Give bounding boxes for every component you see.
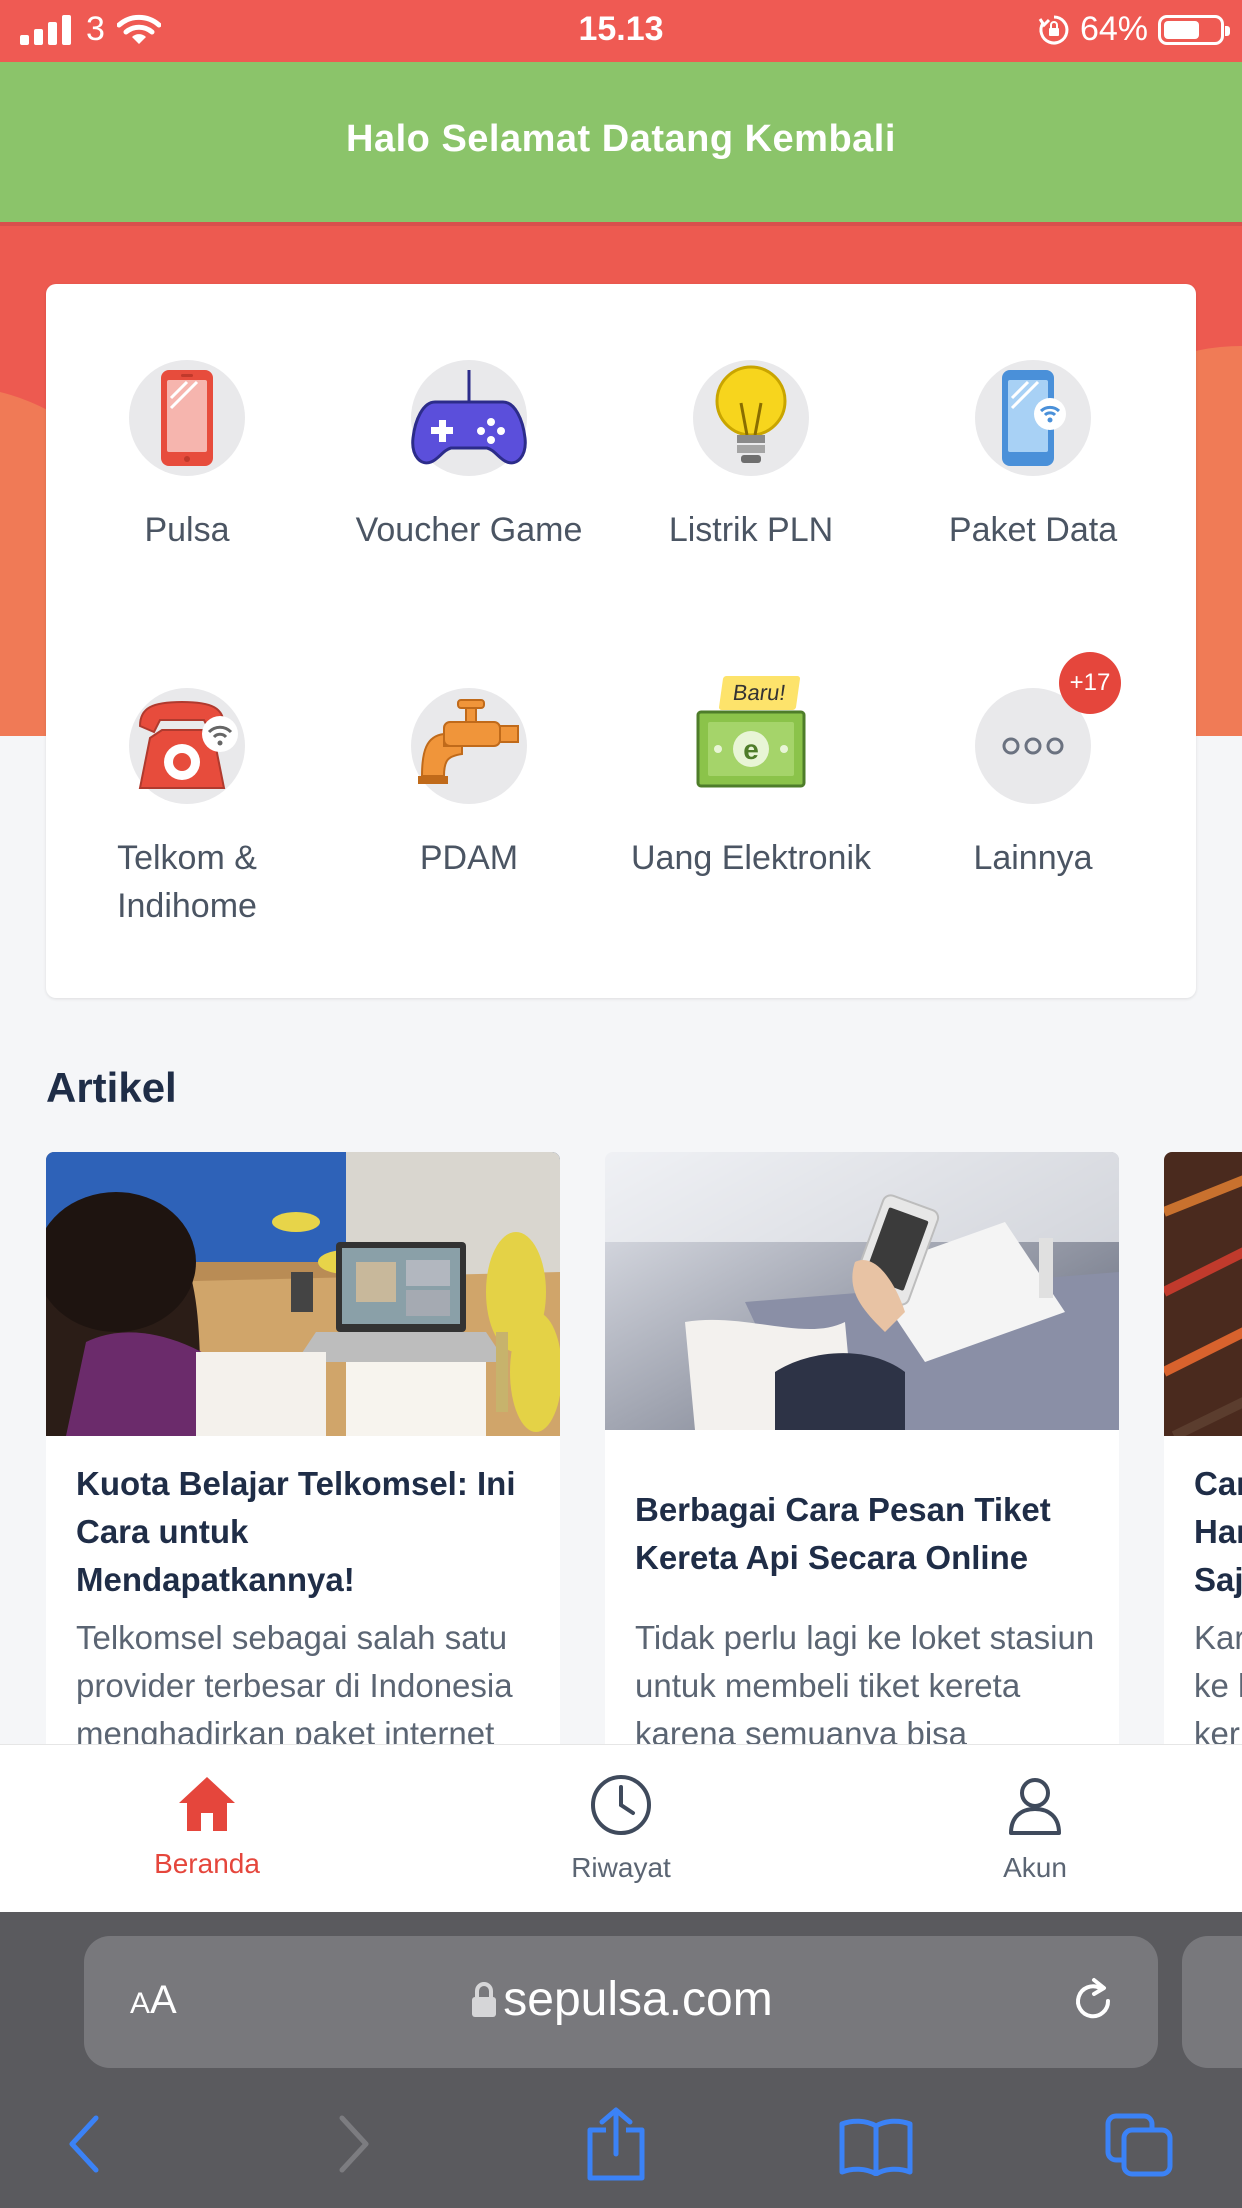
article-title: Berbagai Cara Pesan Tiket Kereta Api Sec… (635, 1491, 1051, 1576)
status-bar: 3 15.13 64% (0, 0, 1242, 62)
article-image (1164, 1152, 1242, 1436)
phone-icon (161, 370, 213, 466)
new-badge: Baru! (718, 676, 800, 710)
url-field[interactable]: sepulsa.com (84, 1972, 1158, 2027)
article-title: Car Har Saj (1194, 1465, 1242, 1598)
count-badge: +17 (1059, 652, 1121, 714)
more-icon (1002, 737, 1064, 755)
battery-percent: 64% (1079, 10, 1148, 48)
service-telkom-indihome[interactable]: Telkom & Indihome (46, 688, 328, 930)
service-label: PDAM (419, 839, 519, 877)
water-tap-icon (418, 699, 519, 784)
battery-icon (1158, 14, 1230, 45)
service-label: Lainnya (973, 839, 1093, 877)
service-uang-elektronik[interactable]: e Baru! Uang Elektronik (610, 676, 892, 882)
tabs-icon[interactable] (1104, 2112, 1174, 2178)
user-icon (1009, 1778, 1061, 1835)
share-icon[interactable] (584, 2106, 648, 2182)
article-excerpt: Telkomsel sebagai salah satu provider te… (76, 1619, 513, 1752)
lock-icon (472, 1982, 497, 2017)
service-label: Listrik PLN (668, 511, 834, 549)
nav-label: Riwayat (571, 1852, 671, 1883)
back-icon[interactable] (64, 2112, 104, 2176)
nav-akun[interactable]: Akun (885, 1773, 1185, 1884)
forward-icon[interactable] (334, 2112, 374, 2176)
bottom-navigation: Beranda Riwayat Akun (0, 1744, 1242, 1912)
status-right: 64% (1038, 10, 1230, 49)
service-label: Voucher Game (355, 511, 583, 549)
service-pulsa[interactable]: Pulsa (46, 360, 328, 554)
service-paket-data[interactable]: Paket Data (892, 360, 1174, 554)
service-label: Telkom & Indihome (117, 839, 257, 925)
telephone-icon (138, 700, 238, 789)
article-image (46, 1152, 560, 1436)
service-label: Uang Elektronik (630, 839, 871, 877)
app-header: Halo Selamat Datang Kembali (0, 62, 1242, 226)
article-image (605, 1152, 1119, 1430)
service-voucher-game[interactable]: Voucher Game (328, 360, 610, 554)
e-money-icon: e (696, 710, 806, 788)
service-pdam[interactable]: PDAM (328, 688, 610, 882)
service-label: Pulsa (144, 511, 230, 549)
phone-wifi-icon (1002, 370, 1066, 466)
nav-label: Akun (1003, 1852, 1067, 1883)
article-excerpt: Tidak perlu lagi ke loket stasiun untuk … (635, 1619, 1095, 1752)
gamepad-icon (411, 370, 527, 465)
nav-riwayat[interactable]: Riwayat (471, 1773, 771, 1884)
nav-beranda[interactable]: Beranda (57, 1773, 357, 1880)
reload-icon[interactable] (1068, 1976, 1118, 2026)
bookmarks-icon[interactable] (838, 2116, 914, 2176)
article-card[interactable]: Berbagai Cara Pesan Tiket Kereta Api Sec… (605, 1152, 1119, 1752)
article-card[interactable]: Kuota Belajar Telkomsel: Ini Cara untuk … (46, 1152, 560, 1752)
article-title: Kuota Belajar Telkomsel: Ini Cara untuk … (76, 1465, 516, 1598)
clock-icon (591, 1775, 651, 1835)
browser-chrome: AA sepulsa.com (0, 1912, 1242, 2208)
address-bar[interactable]: AA sepulsa.com (84, 1936, 1158, 2068)
lightbulb-icon (715, 365, 787, 463)
service-label: Paket Data (948, 511, 1118, 549)
service-lainnya[interactable]: +17 Lainnya (892, 652, 1174, 882)
articles-heading: Artikel (46, 1064, 177, 1111)
home-icon (179, 1777, 235, 1831)
nav-label: Beranda (154, 1848, 260, 1879)
orientation-lock-icon (1038, 15, 1069, 44)
article-excerpt: Kar ke l ker (1194, 1619, 1242, 1752)
article-card[interactable]: Car Har Saj Kar ke l ker (1164, 1152, 1242, 1752)
services-card: Pulsa Voucher Game Listrik PLN Paket Dat… (46, 284, 1196, 998)
svg-text:e: e (743, 734, 759, 765)
service-listrik-pln[interactable]: Listrik PLN (610, 360, 892, 554)
welcome-title: Halo Selamat Datang Kembali (346, 118, 896, 160)
next-tab-preview[interactable] (1182, 1936, 1242, 2068)
